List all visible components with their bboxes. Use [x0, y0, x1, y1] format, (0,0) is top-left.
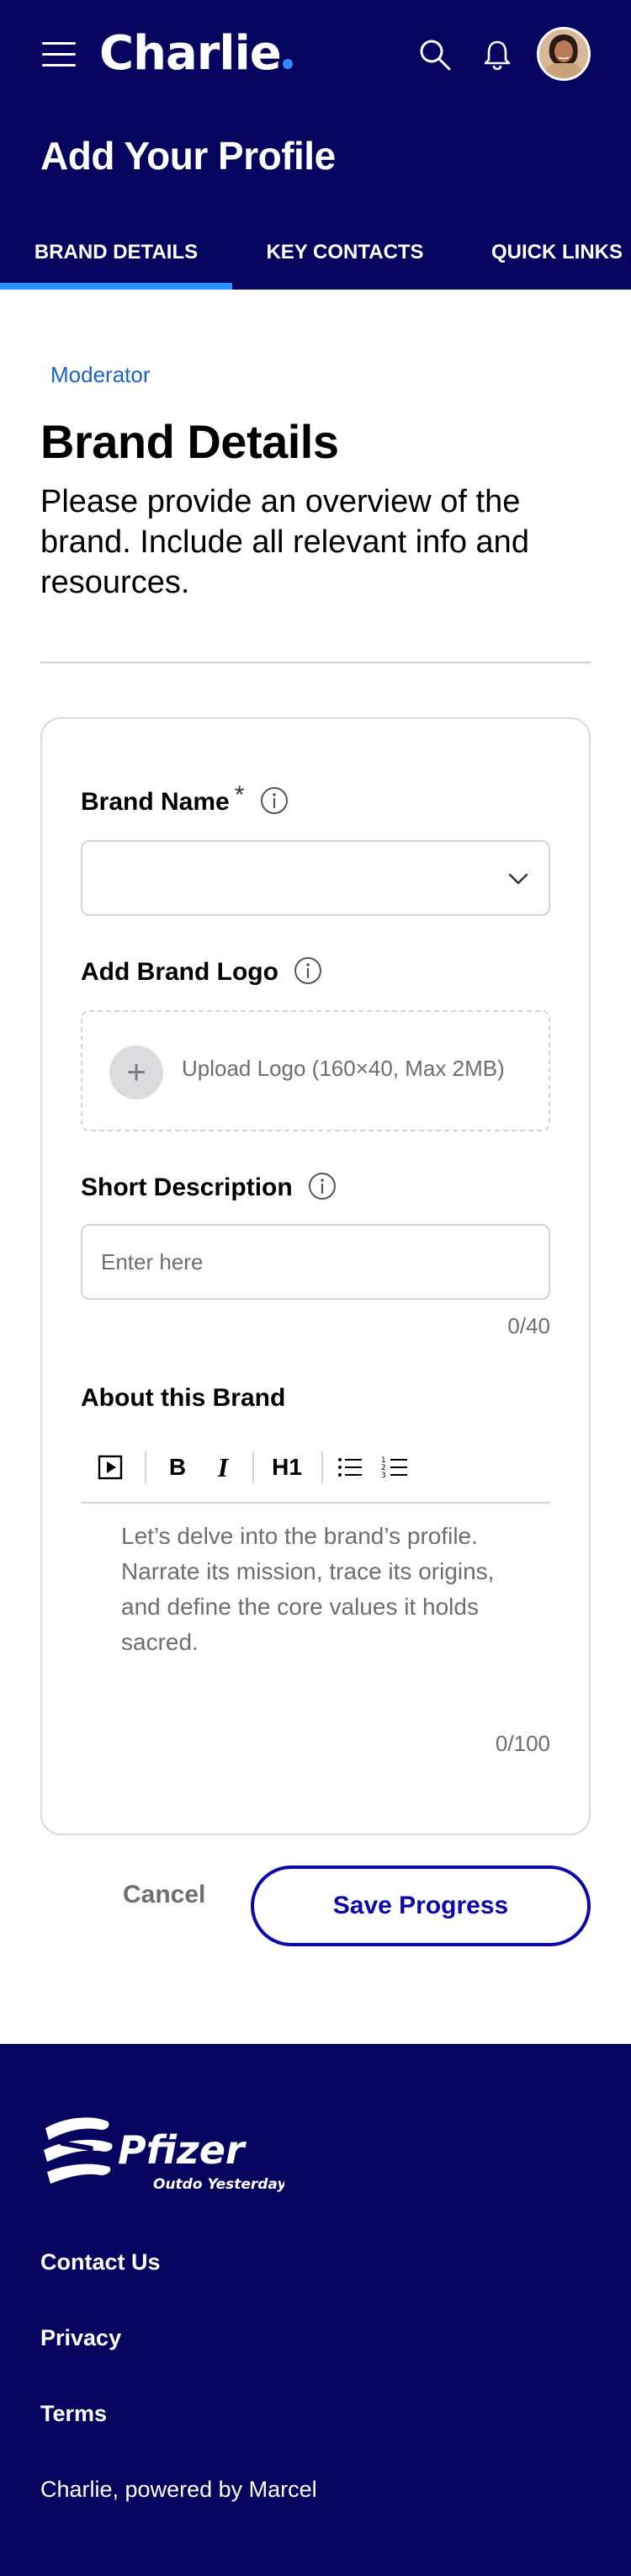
brand-details-form: Brand Name * Add Brand Logo + Upload Logo… — [40, 717, 591, 1835]
save-progress-button[interactable]: Save Progress — [251, 1865, 591, 1946]
footer: Pfizer Outdo Yesterday Contact Us Privac… — [0, 2044, 631, 2576]
section-title: Brand Details — [40, 415, 339, 468]
italic-button[interactable]: I — [209, 1448, 237, 1487]
required-mark: * — [234, 781, 245, 809]
brand-logo-label: Add Brand Logo — [81, 956, 322, 987]
brand-name-label: Brand Name * — [81, 781, 289, 817]
search-icon[interactable] — [417, 37, 453, 72]
section-description: Please provide an overview of the brand.… — [40, 484, 529, 600]
heading-button[interactable]: H1 — [266, 1448, 308, 1487]
tab-key-contacts[interactable]: KEY CONTACTS — [249, 222, 441, 290]
powered-by-text: Charlie, powered by Marcel — [40, 2477, 317, 2502]
plus-icon: + — [109, 1046, 163, 1099]
pfizer-logo[interactable]: Pfizer Outdo Yesterday — [40, 2111, 284, 2195]
info-icon[interactable] — [308, 1172, 337, 1200]
app-header: Charlie Add Your Profile BRAND DETAILS K… — [0, 0, 631, 290]
bullet-list-icon[interactable] — [335, 1448, 365, 1487]
info-icon[interactable] — [260, 786, 289, 815]
app-logo-text: Charlie — [99, 26, 282, 81]
logo-upload-dropzone[interactable]: + Upload Logo (160×40, Max 2MB) — [81, 1010, 550, 1131]
logo-dot — [282, 59, 293, 69]
svg-text:3: 3 — [381, 1472, 386, 1480]
app-logo[interactable]: Charlie — [99, 22, 293, 86]
toolbar-separator — [321, 1451, 323, 1483]
tab-quick-links[interactable]: QUICK LINKS — [475, 222, 631, 290]
pfizer-tagline: Outdo Yesterday — [153, 2176, 284, 2193]
user-avatar[interactable] — [537, 27, 591, 81]
tab-brand-details[interactable]: BRAND DETAILS — [0, 222, 232, 290]
brand-logo-label-text: Add Brand Logo — [81, 958, 278, 986]
avatar-portrait — [539, 29, 588, 78]
chevron-down-icon — [508, 873, 528, 885]
about-brand-counter: 0/100 — [495, 1731, 550, 1756]
page-title: Add Your Profile — [40, 134, 336, 178]
cancel-button[interactable]: Cancel — [123, 1881, 205, 1909]
about-brand-placeholder: Let’s delve into the brand’s profile. Na… — [121, 1523, 495, 1655]
footer-link-contact-us[interactable]: Contact Us — [40, 2249, 161, 2275]
role-label: Moderator — [50, 362, 151, 387]
footer-link-terms[interactable]: Terms — [40, 2401, 107, 2427]
toolbar-separator — [252, 1451, 254, 1483]
about-brand-editor[interactable]: Let’s delve into the brand’s profile. Na… — [81, 1504, 550, 1672]
menu-icon[interactable] — [42, 39, 77, 69]
bell-icon[interactable] — [480, 37, 515, 72]
bold-button[interactable]: B — [163, 1448, 192, 1487]
rich-text-toolbar: B I H1 1 2 3 — [81, 1443, 550, 1504]
footer-link-privacy[interactable]: Privacy — [40, 2325, 121, 2351]
info-icon[interactable] — [294, 956, 322, 985]
short-description-counter: 0/40 — [507, 1313, 550, 1339]
short-description-label: Short Description — [81, 1172, 337, 1203]
about-brand-label: About this Brand — [81, 1384, 286, 1412]
pfizer-wordmark: Pfizer — [118, 2127, 247, 2173]
brand-name-label-text: Brand Name — [81, 788, 230, 816]
short-description-label-text: Short Description — [81, 1174, 293, 1201]
brand-name-select[interactable] — [81, 840, 550, 916]
numbered-list-icon[interactable]: 1 2 3 — [380, 1448, 411, 1487]
profile-tabs: BRAND DETAILS KEY CONTACTS QUICK LINKS — [0, 222, 631, 290]
divider — [40, 662, 591, 663]
toolbar-separator — [145, 1451, 146, 1483]
video-icon[interactable] — [96, 1448, 125, 1487]
upload-logo-text: Upload Logo (160×40, Max 2MB) — [182, 1056, 505, 1081]
short-description-input[interactable] — [81, 1224, 550, 1300]
